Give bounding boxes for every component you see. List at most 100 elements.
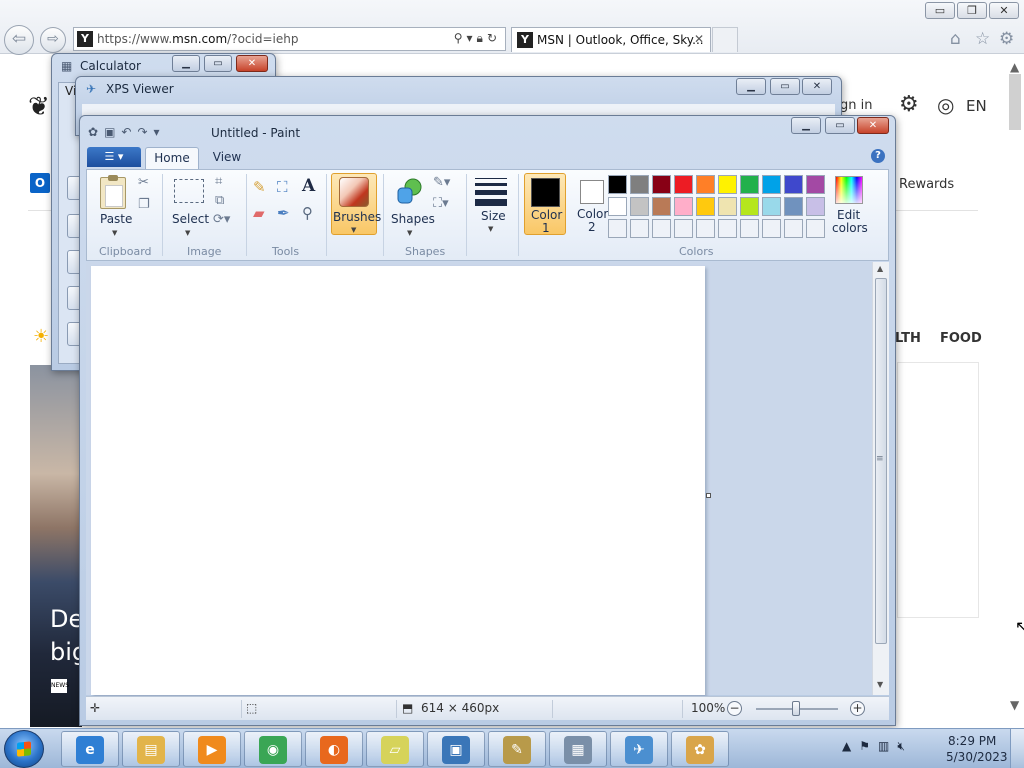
color2-button[interactable]: Color 2	[571, 173, 613, 235]
palette-swatch[interactable]	[608, 175, 627, 194]
resize-icon[interactable]: ⧉	[215, 193, 224, 208]
favorites-star-icon[interactable]: ☆	[975, 29, 990, 49]
copy-icon[interactable]: ❐	[138, 197, 150, 212]
select-button[interactable]: Select ▼	[167, 173, 211, 237]
browser-minimize-button[interactable]: ▭	[925, 2, 955, 19]
palette-swatch[interactable]	[696, 197, 715, 216]
palette-custom-slot[interactable]	[652, 219, 671, 238]
undo-icon[interactable]: ↶	[121, 125, 137, 139]
palette-swatch[interactable]	[652, 175, 671, 194]
tab-view[interactable]: View	[202, 147, 252, 169]
outline-icon[interactable]: ✎▾	[433, 175, 450, 190]
palette-swatch[interactable]	[630, 175, 649, 194]
palette-swatch[interactable]	[784, 175, 803, 194]
address-url[interactable]: https://www.msn.com/?ocid=iehp	[97, 32, 298, 46]
customize-qat-icon[interactable]: ▾	[154, 125, 166, 139]
taskbar-chrome-button[interactable]: ◉	[244, 731, 302, 767]
eraser-icon[interactable]: ▰	[253, 204, 265, 222]
scroll-up-icon[interactable]: ▲	[1010, 60, 1019, 74]
settings-gear-icon[interactable]: ⚙	[899, 92, 919, 117]
palette-custom-slot[interactable]	[740, 219, 759, 238]
palette-swatch[interactable]	[630, 197, 649, 216]
color-picker-icon[interactable]: ✒	[277, 204, 290, 222]
news-photo[interactable]	[30, 365, 82, 727]
paint-window[interactable]: ✿▣↶↷▾ Untitled - Paint ▁ ▭ ✕ ☰ ▾ Home Vi…	[79, 115, 896, 726]
paint-app-icon[interactable]: ✿	[88, 125, 104, 139]
tab-close-icon[interactable]: ✕	[694, 32, 704, 46]
palette-swatch[interactable]	[608, 197, 627, 216]
paint-maximize-button[interactable]: ▭	[825, 117, 855, 134]
zoom-out-button[interactable]: −	[727, 701, 742, 716]
taskbar-internet-explorer-button[interactable]: e	[61, 731, 119, 767]
palette-swatch[interactable]	[718, 175, 737, 194]
palette-custom-slot[interactable]	[762, 219, 781, 238]
palette-custom-slot[interactable]	[674, 219, 693, 238]
sign-in-link[interactable]: gn in	[840, 98, 872, 113]
palette-swatch[interactable]	[718, 197, 737, 216]
palette-swatch[interactable]	[784, 197, 803, 216]
volume-muted-icon[interactable]: 🔇︎	[897, 739, 913, 753]
dropdown-icon[interactable]: ▾	[467, 31, 477, 45]
network-icon[interactable]: ▥	[878, 739, 897, 753]
palette-custom-slot[interactable]	[630, 219, 649, 238]
weather-sun-icon[interactable]: ☀	[33, 326, 49, 347]
new-tab-button[interactable]	[712, 27, 738, 52]
calculator-maximize-button[interactable]: ▭	[204, 55, 232, 72]
shape-fill-icon[interactable]: ⛶▾	[433, 196, 449, 211]
magnifier-icon[interactable]: ⚲	[302, 204, 313, 222]
palette-swatch[interactable]	[762, 197, 781, 216]
palette-custom-slot[interactable]	[806, 219, 825, 238]
start-button[interactable]	[4, 730, 44, 768]
clock-time[interactable]: 8:29 PM	[948, 734, 996, 748]
help-icon[interactable]: ?	[871, 149, 885, 163]
palette-swatch[interactable]	[674, 175, 693, 194]
taskbar-sticky-notes-button[interactable]: ▱	[366, 731, 424, 767]
canvas-scrollbar[interactable]: ▲ ≡ ▼	[872, 262, 889, 695]
zoom-in-button[interactable]: +	[850, 701, 865, 716]
rotate-icon[interactable]: ⟳▾	[213, 212, 230, 227]
edit-colors-icon[interactable]	[835, 176, 863, 204]
taskbar-photo-viewer-button[interactable]: ▣	[427, 731, 485, 767]
palette-swatch[interactable]	[806, 197, 825, 216]
zoom-slider-thumb[interactable]	[792, 701, 800, 716]
canvas-resize-handle[interactable]	[706, 493, 711, 498]
paint-menu-button[interactable]: ☰ ▾	[87, 147, 141, 167]
rewards-link[interactable]: Rewards	[899, 177, 954, 192]
back-button[interactable]: ⇦	[4, 25, 34, 55]
size-button[interactable]: Size ▼	[471, 173, 511, 237]
address-bar[interactable]: Y https://www.msn.com/?ocid=iehp ⚲▾🔒︎↻	[73, 27, 506, 51]
scroll-up-icon[interactable]: ▲	[877, 264, 883, 273]
calculator-close-button[interactable]: ✕	[236, 55, 268, 72]
xps-close-button[interactable]: ✕	[802, 78, 832, 95]
clock-date[interactable]: 5/30/2023	[946, 750, 1008, 764]
show-desktop-button[interactable]	[1010, 729, 1024, 768]
palette-swatch[interactable]	[674, 197, 693, 216]
palette-custom-slot[interactable]	[784, 219, 803, 238]
palette-custom-slot[interactable]	[608, 219, 627, 238]
search-icon[interactable]: ⚲	[454, 31, 467, 45]
edit-colors-label-line2[interactable]: colors	[832, 221, 868, 235]
fill-icon[interactable]: ⛶	[277, 178, 288, 196]
scroll-down-icon[interactable]: ▼	[1010, 698, 1019, 712]
paint-minimize-button[interactable]: ▁	[791, 117, 821, 134]
paint-close-button[interactable]: ✕	[857, 117, 889, 134]
browser-scroll-thumb[interactable]	[1009, 74, 1021, 130]
home-icon[interactable]: ⌂	[950, 29, 961, 49]
tab-home[interactable]: Home	[145, 147, 199, 169]
scroll-down-icon[interactable]: ▼	[877, 680, 883, 689]
xps-minimize-button[interactable]: ▁	[736, 78, 766, 95]
palette-swatch[interactable]	[740, 197, 759, 216]
taskbar-calculator-button[interactable]: ▦	[549, 731, 607, 767]
browser-tab-msn[interactable]: Y MSN | Outlook, Office, Sky... ✕	[511, 27, 711, 52]
xps-maximize-button[interactable]: ▭	[770, 78, 800, 95]
lock-icon[interactable]: 🔒︎	[477, 31, 487, 45]
crop-icon[interactable]: ⌗	[215, 174, 222, 189]
palette-swatch[interactable]	[762, 175, 781, 194]
language-label[interactable]: EN	[966, 97, 987, 115]
browser-close-button[interactable]: ✕	[989, 2, 1019, 19]
taskbar-xps-viewer-button[interactable]: ✈	[610, 731, 668, 767]
brushes-button[interactable]: Brushes ▼	[331, 173, 381, 235]
nav-health-link[interactable]: LTH	[895, 331, 921, 346]
nav-food-link[interactable]: FOOD	[940, 331, 982, 346]
drawing-canvas[interactable]	[91, 266, 705, 695]
